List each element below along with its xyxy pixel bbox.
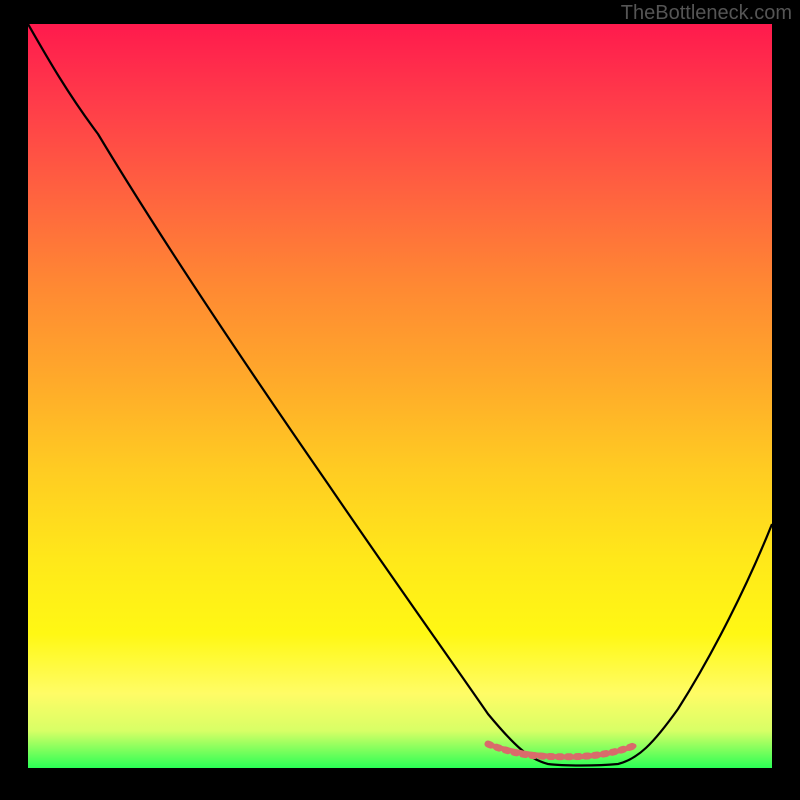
chart-svg — [28, 24, 772, 768]
watermark-text: TheBottleneck.com — [621, 2, 792, 25]
chart-plot-area — [28, 24, 772, 768]
bottleneck-curve-path — [28, 24, 772, 766]
